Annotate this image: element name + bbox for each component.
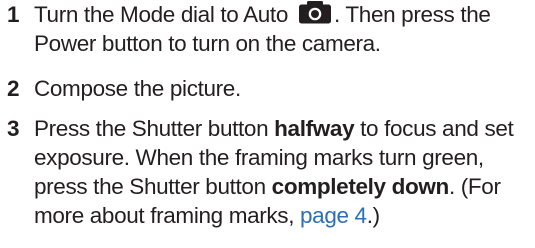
- emphasis-completely-down: completely down: [271, 174, 450, 199]
- instruction-steps: 1 Turn the Mode dial to Auto . Then pres…: [0, 0, 535, 230]
- step-text: Turn the Mode dial to Auto . Then press …: [34, 0, 535, 58]
- step-text-part: .): [366, 203, 380, 228]
- step-number: 1: [7, 2, 20, 27]
- camera-icon: [298, 0, 332, 24]
- step-number: 3: [7, 116, 20, 141]
- step-text-part: Press the Shutter button: [34, 116, 275, 141]
- step-text: Compose the picture.: [34, 76, 241, 101]
- emphasis-halfway: halfway: [274, 116, 355, 141]
- step-text: Press the Shutter button halfway to focu…: [34, 114, 535, 230]
- step-3: 3 Press the Shutter button halfway to fo…: [0, 114, 535, 230]
- page-4-link[interactable]: page 4: [300, 203, 367, 228]
- step-2: 2 Compose the picture.: [0, 74, 535, 103]
- step-text-part: Turn the Mode dial to Auto: [34, 2, 288, 27]
- step-number: 2: [7, 76, 20, 101]
- step-1: 1 Turn the Mode dial to Auto . Then pres…: [0, 0, 535, 58]
